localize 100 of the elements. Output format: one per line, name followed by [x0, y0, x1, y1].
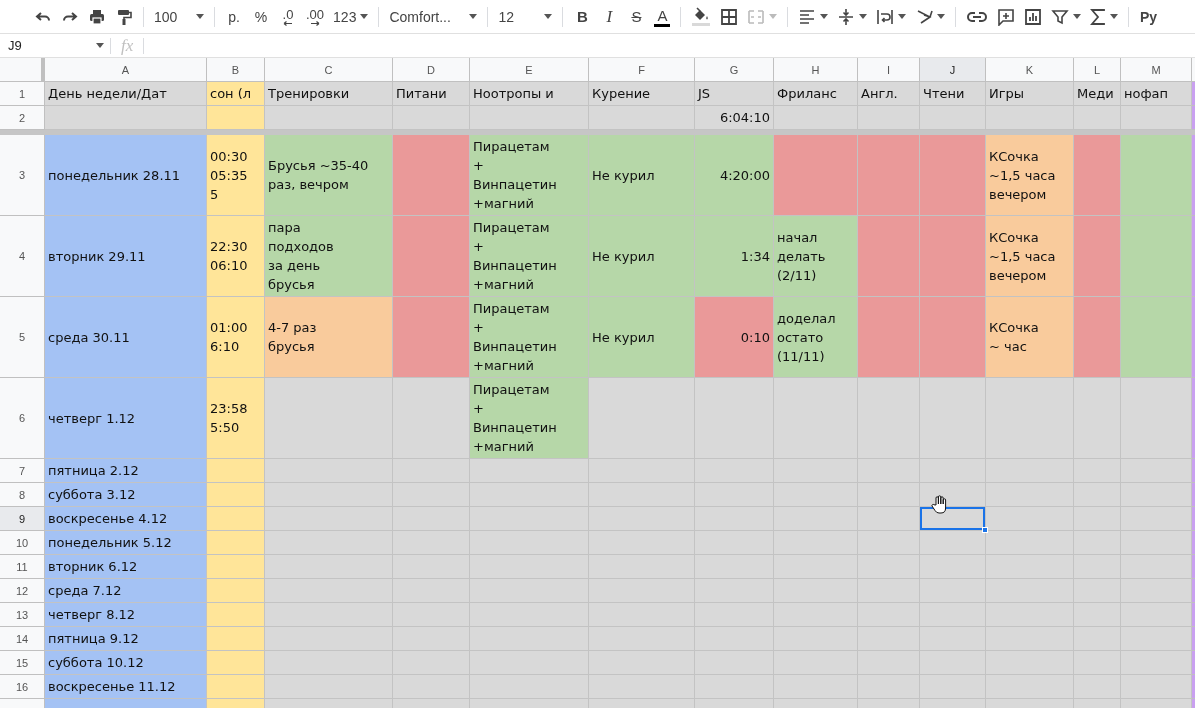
table-cell: воскресенье 11.12 [45, 675, 207, 699]
caret-icon [937, 14, 946, 19]
caret-icon [1073, 14, 1082, 19]
table-cell: Брусья ~35-40 раз, вечром [265, 135, 393, 216]
column-header[interactable]: K [986, 58, 1074, 82]
row-header[interactable]: 3 [0, 135, 45, 216]
table-cell: пятница 9.12 [45, 627, 207, 651]
table-cell: 1:34 [695, 216, 774, 297]
currency-button[interactable]: р. [221, 3, 247, 30]
caret-icon [196, 14, 204, 19]
caret-icon [859, 14, 868, 19]
column-header[interactable]: I [858, 58, 920, 82]
percent-button[interactable]: % [248, 3, 274, 30]
zoom-dropdown[interactable]: 100 [150, 3, 208, 30]
column-header[interactable]: M [1121, 58, 1192, 82]
row-header[interactable]: 9 [0, 507, 45, 531]
row-header[interactable]: 15 [0, 651, 45, 675]
sigma-icon [1090, 7, 1107, 26]
table-cell: 4-7 раз брусья [265, 297, 393, 378]
font-size-dropdown[interactable]: 12 [494, 3, 557, 30]
printer-icon [88, 7, 106, 26]
column-header[interactable]: A [45, 58, 207, 82]
table-cell: 22:30 06:10 [207, 216, 265, 297]
table-cell: Меди [1074, 82, 1121, 106]
fill-handle[interactable] [982, 527, 988, 533]
table-cell: нофап [1121, 82, 1192, 106]
table-cell: День недели/Дат [45, 82, 207, 106]
align-left-icon [798, 7, 817, 26]
more-formats-dropdown[interactable]: 123 [329, 3, 373, 30]
table-cell: Пирацетам + Винпацетин +магний [470, 297, 589, 378]
table-cell: среда 30.11 [45, 297, 207, 378]
table-cell: понедельник 5.12 [45, 531, 207, 555]
increase-decimals-button[interactable]: .00 [302, 3, 329, 30]
table-cell: Пирацетам + Винпацетин +магний [470, 216, 589, 297]
text-wrap-icon [876, 7, 895, 26]
row-header[interactable]: 4 [0, 216, 45, 297]
row-header[interactable]: 12 [0, 579, 45, 603]
table-cell: доделал остато (11/11) [774, 297, 858, 378]
vertical-align-icon [837, 7, 856, 26]
table-cell: суббота 3.12 [45, 483, 207, 507]
row-header[interactable]: 10 [0, 531, 45, 555]
italic-button[interactable]: I [596, 3, 623, 30]
table-cell: среда 7.12 [45, 579, 207, 603]
table-cell: четверг 1.12 [45, 378, 207, 459]
caret-icon [96, 43, 104, 48]
table-cell: понедельник 28.11 [45, 135, 207, 216]
table-cell: JS [695, 82, 774, 106]
column-header[interactable]: L [1074, 58, 1121, 82]
row-header[interactable]: 16 [0, 675, 45, 699]
table-cell: Пирацетам + Винпацетин +магний [470, 378, 589, 459]
left-arrow-icon [283, 20, 293, 26]
caret-icon [469, 14, 478, 19]
column-header[interactable]: C [265, 58, 393, 82]
column-header[interactable]: G [695, 58, 774, 82]
decrease-decimals-button[interactable]: .0 [275, 3, 301, 30]
column-header[interactable]: J [920, 58, 986, 82]
row-header[interactable]: 11 [0, 555, 45, 579]
table-cell: Фриланс [774, 82, 858, 106]
column-header[interactable]: D [393, 58, 470, 82]
text-color-button[interactable]: A [654, 6, 671, 27]
comment-icon [997, 7, 1016, 26]
column-header[interactable]: E [470, 58, 589, 82]
row-header[interactable]: 7 [0, 459, 45, 483]
name-box[interactable]: J9 [0, 34, 110, 57]
table-cell: Англ. [858, 82, 920, 106]
table-cell: 00:30 05:35 5 [207, 135, 265, 216]
caret-icon [360, 14, 369, 19]
table-cell: Не курил [589, 216, 695, 297]
link-icon [966, 9, 989, 24]
row-header[interactable]: 13 [0, 603, 45, 627]
input-tools-button[interactable]: Py [1135, 3, 1162, 30]
filter-icon [1051, 7, 1070, 26]
table-cell: пятница 2.12 [45, 459, 207, 483]
bold-button[interactable]: B [569, 3, 596, 30]
table-cell: вторник 29.11 [45, 216, 207, 297]
paint-roller-icon [115, 7, 133, 26]
row-header[interactable]: 14 [0, 627, 45, 651]
table-cell: Игры [986, 82, 1074, 106]
column-header[interactable]: H [774, 58, 858, 82]
row-header[interactable]: 5 [0, 297, 45, 378]
row-header[interactable]: 6 [0, 378, 45, 459]
borders-icon [720, 7, 739, 26]
table-cell: 01:00 6:10 [207, 297, 265, 378]
caret-icon [898, 14, 907, 19]
table-cell: 4:20:00 [695, 135, 774, 216]
column-header[interactable]: F [589, 58, 695, 82]
table-cell: Курение [589, 82, 695, 106]
column-header[interactable]: B [207, 58, 265, 82]
strikethrough-button[interactable]: S [623, 3, 650, 30]
right-arrow-icon [310, 20, 321, 26]
text-rotation-icon [915, 7, 934, 26]
font-dropdown[interactable]: Comfort... [385, 3, 482, 30]
row-header[interactable]: 2 [0, 106, 45, 130]
row-header[interactable]: 8 [0, 483, 45, 507]
table-cell: 0:10 [695, 297, 774, 378]
table-cell: четверг 8.12 [45, 603, 207, 627]
table-cell: Ноотропы и [470, 82, 589, 106]
table-cell: сон (л [207, 82, 265, 106]
caret-icon [769, 14, 778, 19]
row-header[interactable]: 1 [0, 82, 45, 106]
